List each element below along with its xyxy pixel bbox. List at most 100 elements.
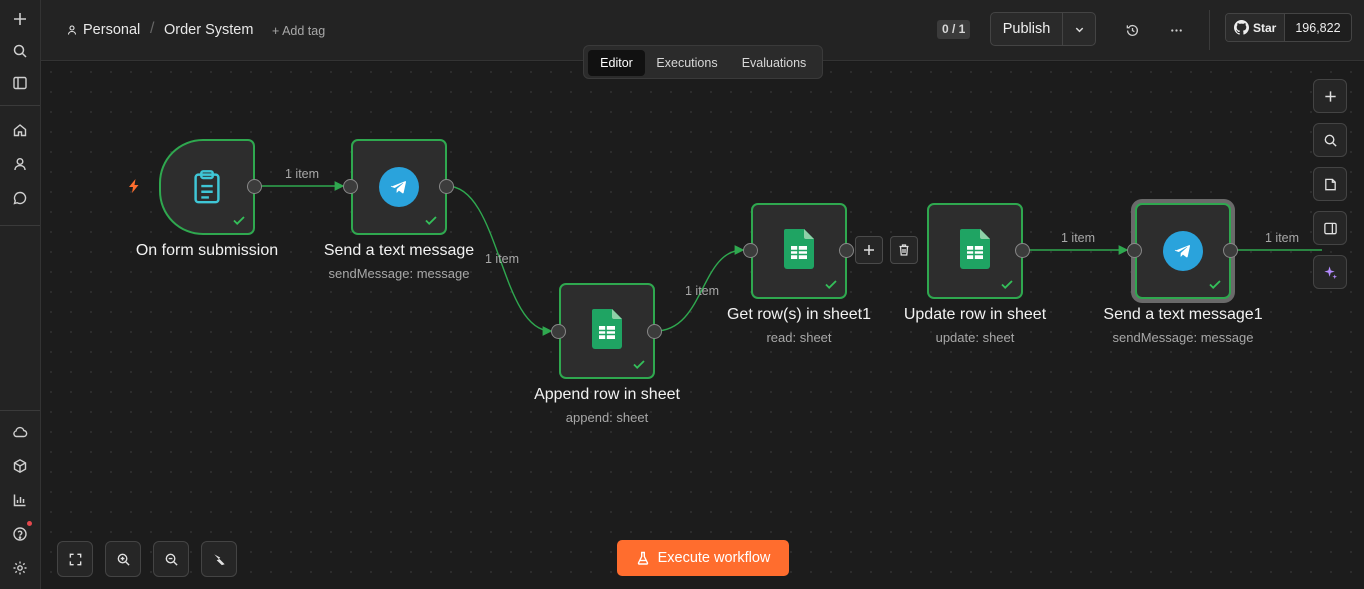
node-subtitle: sendMessage: message [1112,330,1254,345]
tab-evaluations[interactable]: Evaluations [729,50,819,76]
ai-assistant-button[interactable] [1313,255,1347,289]
github-star-button[interactable]: Star 196,822 [1225,13,1352,42]
success-check-icon [232,213,246,227]
broom-icon [213,553,225,565]
settings-icon[interactable] [8,556,32,580]
node-get-rows[interactable] [751,203,847,299]
telegram-icon [379,167,419,207]
toggle-panel-button[interactable] [1313,211,1347,245]
star-label: Star [1253,20,1277,35]
node-subtitle: sendMessage: message [328,266,470,281]
success-check-icon [1208,277,1222,291]
workflow-name[interactable]: Order System [164,22,253,38]
google-sheets-icon [784,228,814,274]
output-handle[interactable] [1223,243,1238,258]
success-check-icon [824,277,838,291]
edge-label: 1 item [685,284,720,298]
delete-connection-button[interactable] [890,236,918,264]
fit-view-button[interactable] [57,541,93,577]
node-send-message1[interactable] [1135,203,1231,299]
input-handle[interactable] [551,324,566,339]
fullscreen-icon [69,553,81,565]
edge-label: 1 item [1265,231,1300,245]
node-subtitle: update: sheet [935,330,1015,345]
active-counter: 0 / 1 [937,20,971,39]
search-icon [1324,134,1337,147]
star-count: 196,822 [1295,20,1341,35]
node-append-row[interactable] [559,283,655,379]
sidebar-toggle-icon[interactable] [8,71,32,95]
flask-icon [637,551,648,565]
node-label: On form submission [135,242,279,259]
input-handle[interactable] [743,243,758,258]
output-handle[interactable] [1015,243,1030,258]
user-icon[interactable] [8,152,32,176]
templates-icon[interactable] [8,454,32,478]
add-tag-button[interactable]: + Add tag [272,24,325,38]
google-sheets-icon [960,228,990,274]
trigger-bolt-icon [126,178,142,194]
project-name: Personal [83,22,141,38]
publish-button-group: Publish [990,12,1096,46]
more-options-icon[interactable] [1165,19,1187,41]
insights-icon[interactable] [8,488,32,512]
chat-icon[interactable] [8,186,32,210]
telegram-icon [1163,231,1203,271]
edge-label: 1 item [1061,231,1096,245]
zoom-in-button[interactable] [105,541,141,577]
node-label: Send a text message1 [1103,306,1263,323]
node-label: Get row(s) in sheet1 [726,306,872,323]
edge-label: 1 item [285,167,320,181]
user-icon [67,25,77,35]
breadcrumb-project[interactable]: Personal [66,22,140,38]
input-handle[interactable] [1127,243,1142,258]
add-node-panel-button[interactable] [1313,79,1347,113]
sticky-note-icon [1324,178,1336,190]
success-check-icon [632,357,646,371]
plus-icon [864,245,874,255]
clipboard-icon [194,170,220,204]
tab-executions[interactable]: Executions [649,50,725,76]
execute-workflow-label: Execute workflow [657,550,771,566]
output-handle[interactable] [439,179,454,194]
add-node-button[interactable] [855,236,883,264]
node-label: Update row in sheet [903,306,1047,323]
google-sheets-icon [592,308,622,354]
home-icon[interactable] [8,118,32,142]
cloud-icon[interactable] [8,420,32,444]
github-icon [1234,20,1249,35]
zoom-in-icon [117,553,130,566]
node-subtitle: read: sheet [766,330,832,345]
search-icon[interactable] [8,39,32,63]
sticky-note-button[interactable] [1313,167,1347,201]
plus-icon[interactable] [8,7,32,31]
search-nodes-button[interactable] [1313,123,1347,157]
tidy-up-button[interactable] [201,541,237,577]
left-sidebar [0,0,41,589]
node-label: Send a text message [323,242,475,259]
success-check-icon [424,213,438,227]
breadcrumb-separator: / [150,20,155,37]
output-handle[interactable] [839,243,854,258]
output-handle[interactable] [647,324,662,339]
node-label: Append row in sheet [534,386,680,403]
node-send-message[interactable] [351,139,447,235]
zoom-out-icon [165,553,178,566]
output-handle[interactable] [247,179,262,194]
tab-editor[interactable]: Editor [588,50,645,76]
sparkle-icon [1323,265,1337,279]
notification-dot [27,521,32,526]
success-check-icon [1000,277,1014,291]
trash-icon [899,244,909,256]
panel-icon [1323,222,1337,234]
zoom-out-button[interactable] [153,541,189,577]
publish-button[interactable]: Publish [991,13,1063,45]
chevron-down-icon[interactable] [1063,13,1095,45]
history-icon[interactable] [1121,19,1143,41]
node-subtitle: append: sheet [565,410,649,425]
execute-workflow-button[interactable]: Execute workflow [617,540,789,576]
plus-icon [1324,90,1336,102]
input-handle[interactable] [343,179,358,194]
node-form-trigger[interactable] [159,139,255,235]
node-update-row[interactable] [927,203,1023,299]
